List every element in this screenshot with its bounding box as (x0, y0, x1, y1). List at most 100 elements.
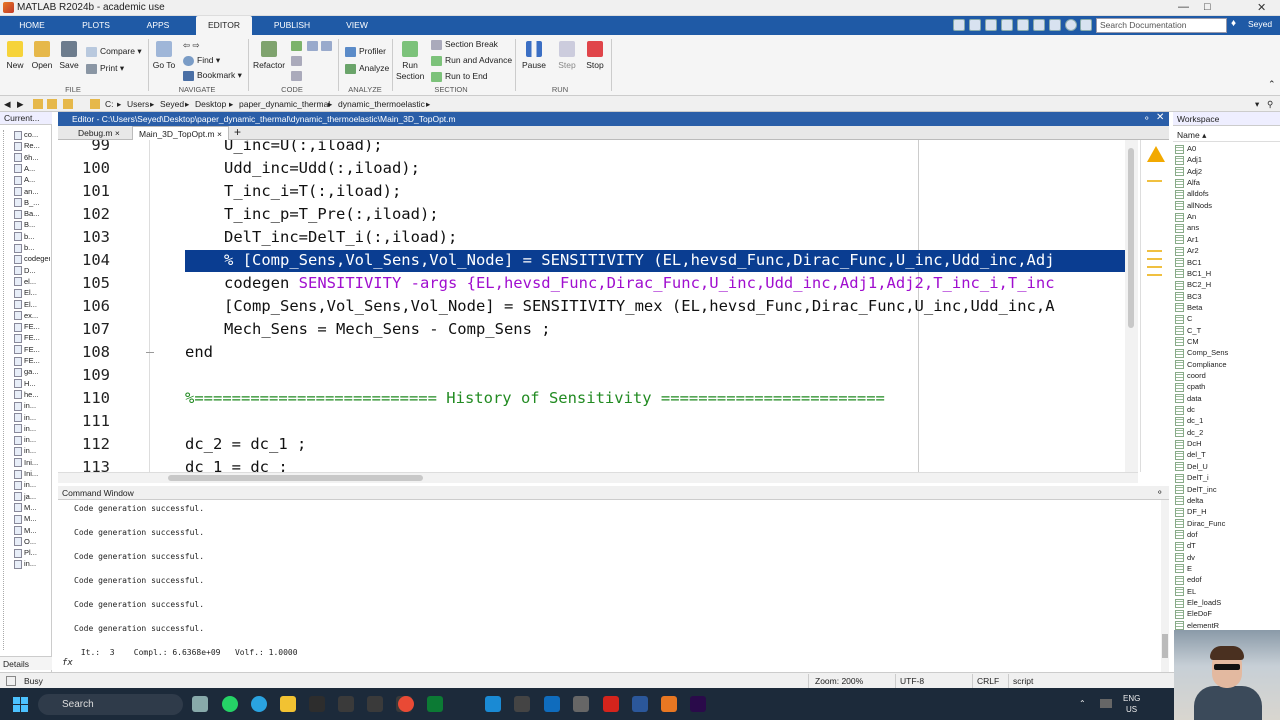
workspace-variable[interactable]: Ar2 (1175, 246, 1199, 257)
cut-quick-icon[interactable] (969, 19, 981, 31)
scroll-thumb[interactable] (168, 475, 423, 481)
workspace-variable[interactable]: BC3 (1175, 292, 1202, 303)
switch-windows-icon[interactable] (1049, 19, 1061, 31)
tab-close-icon[interactable]: × (115, 128, 120, 138)
refactor-button[interactable]: Refactor (252, 41, 286, 70)
file-item[interactable]: O... (14, 537, 50, 548)
file-item[interactable]: ga... (14, 367, 50, 378)
file-item[interactable]: H... (14, 379, 50, 390)
word-icon[interactable] (632, 696, 648, 712)
browse-folder-icon[interactable] (47, 99, 57, 109)
code-line[interactable]: T_inc_i=T(:,iload); (224, 182, 401, 200)
code-line[interactable]: end (185, 343, 213, 361)
file-item[interactable]: A... (14, 164, 50, 175)
code-line[interactable]: codegen SENSITIVITY -args {EL,hevsd_Func… (224, 274, 1055, 292)
bookmark-button[interactable]: Bookmark ▾ (183, 70, 242, 81)
file-item[interactable]: b... (14, 232, 50, 243)
help-icon[interactable] (1065, 19, 1077, 31)
workspace-variable[interactable]: Del_U (1175, 462, 1208, 473)
collapse-toolstrip-icon[interactable]: ⌃ (1268, 79, 1276, 90)
search-icon[interactable]: ⚲ (1267, 99, 1273, 110)
breadcrumb-users[interactable]: Users (127, 99, 149, 109)
smart-indent-button[interactable] (291, 70, 305, 81)
command-scrollbar[interactable] (1161, 500, 1169, 672)
file-item[interactable]: Re... (14, 141, 50, 152)
workspace-variable[interactable]: A0 (1175, 144, 1196, 155)
outlook-icon[interactable] (544, 696, 560, 712)
save-button[interactable]: Save (58, 41, 80, 70)
workspace-variable[interactable]: C (1175, 314, 1192, 325)
stop-button[interactable]: Stop (584, 41, 606, 70)
media-player-icon[interactable] (309, 696, 325, 712)
tab-main[interactable]: Main_3D_TopOpt.m × (132, 126, 229, 140)
workspace-variable[interactable]: Dirac_Func (1175, 519, 1225, 530)
breadcrumb-c[interactable]: C: (105, 99, 114, 109)
details-panel[interactable]: Details (0, 656, 52, 670)
file-item[interactable]: Ini... (14, 469, 50, 480)
warning-marker[interactable] (1147, 266, 1162, 268)
app-icon[interactable] (338, 696, 354, 712)
premiere-icon[interactable] (690, 696, 706, 712)
code-line[interactable]: dc_1 = dc ; (185, 458, 288, 472)
close-icon[interactable]: ✕ (1257, 1, 1266, 14)
save-quick-icon[interactable] (953, 19, 965, 31)
run-to-end-button[interactable]: Run to End (431, 71, 488, 82)
workspace-variable[interactable]: dT (1175, 541, 1196, 552)
workspace-variable[interactable]: data (1175, 394, 1202, 405)
workspace-variable[interactable]: cpath (1175, 382, 1205, 393)
warning-marker[interactable] (1147, 180, 1162, 182)
workspace-variable[interactable]: Ele_loadS (1175, 598, 1221, 609)
file-item[interactable]: 6h... (14, 153, 50, 164)
tray-chevron-icon[interactable]: ⌃ (1079, 699, 1086, 708)
camera-app-icon[interactable] (192, 696, 208, 712)
file-item[interactable]: in... (14, 401, 50, 412)
code-line[interactable]: DelT_inc=DelT_i(:,iload); (224, 228, 457, 246)
file-item[interactable]: B... (14, 220, 50, 231)
command-window-menu-icon[interactable]: ⚬ (1156, 487, 1164, 498)
workspace-variable[interactable]: BC2_H (1175, 280, 1211, 291)
step-button[interactable]: Step (556, 41, 578, 70)
workspace-variable[interactable]: edof (1175, 575, 1202, 586)
copy-quick-icon[interactable] (985, 19, 997, 31)
file-item[interactable]: FE... (14, 322, 50, 333)
tab-editor[interactable]: EDITOR (196, 16, 252, 35)
file-item[interactable]: FE... (14, 345, 50, 356)
file-item[interactable]: in... (14, 413, 50, 424)
workspace-variable[interactable]: DelT_i (1175, 473, 1209, 484)
excel-like-icon[interactable] (427, 696, 443, 712)
redo-quick-icon[interactable] (1033, 19, 1045, 31)
tab-publish[interactable]: PUBLISH (268, 16, 316, 35)
code-line[interactable]: [Comp_Sens,Vol_Sens,Vol_Node] = SENSITIV… (224, 297, 1055, 315)
workspace-variable[interactable]: coord (1175, 371, 1206, 382)
editor-maximize-icon[interactable]: ⚬ (1143, 113, 1151, 124)
file-item[interactable]: M... (14, 526, 50, 537)
workspace-variable[interactable]: Adj1 (1175, 155, 1202, 166)
file-item[interactable]: in... (14, 424, 50, 435)
new-button[interactable]: New (6, 41, 24, 70)
file-item[interactable]: Ini... (14, 458, 50, 469)
code-line[interactable]: T_inc_p=T_Pre(:,iload); (224, 205, 439, 223)
acrobat-icon[interactable] (603, 696, 619, 712)
workspace-variable[interactable]: Alfa (1175, 178, 1200, 189)
file-item[interactable]: in... (14, 559, 50, 570)
compare-button[interactable]: Compare ▾ (86, 46, 142, 57)
workspace-variable[interactable]: Beta (1175, 303, 1202, 314)
warning-icon[interactable] (1147, 146, 1165, 162)
analyze-button[interactable]: Analyze (345, 63, 389, 74)
file-item[interactable]: he... (14, 390, 50, 401)
telegram-icon[interactable] (251, 696, 267, 712)
user-menu[interactable]: Seyed (1248, 19, 1272, 29)
file-item[interactable]: ex... (14, 311, 50, 322)
breadcrumb-desktop[interactable]: Desktop (195, 99, 226, 109)
tab-home[interactable]: HOME (8, 16, 56, 35)
file-item[interactable]: FE... (14, 333, 50, 344)
folder-up-icon[interactable] (33, 99, 43, 109)
tray-app-icon[interactable] (1100, 699, 1112, 708)
file-item[interactable]: co... (14, 130, 50, 141)
workspace-variable[interactable]: BC1 (1175, 258, 1202, 269)
editor-vertical-scrollbar[interactable] (1125, 140, 1138, 472)
workspace-variable[interactable]: ans (1175, 223, 1199, 234)
workspace-variable[interactable]: alldofs (1175, 189, 1209, 200)
run-section-button[interactable]: Run Section (396, 41, 424, 82)
file-item[interactable]: Pl... (14, 548, 50, 559)
